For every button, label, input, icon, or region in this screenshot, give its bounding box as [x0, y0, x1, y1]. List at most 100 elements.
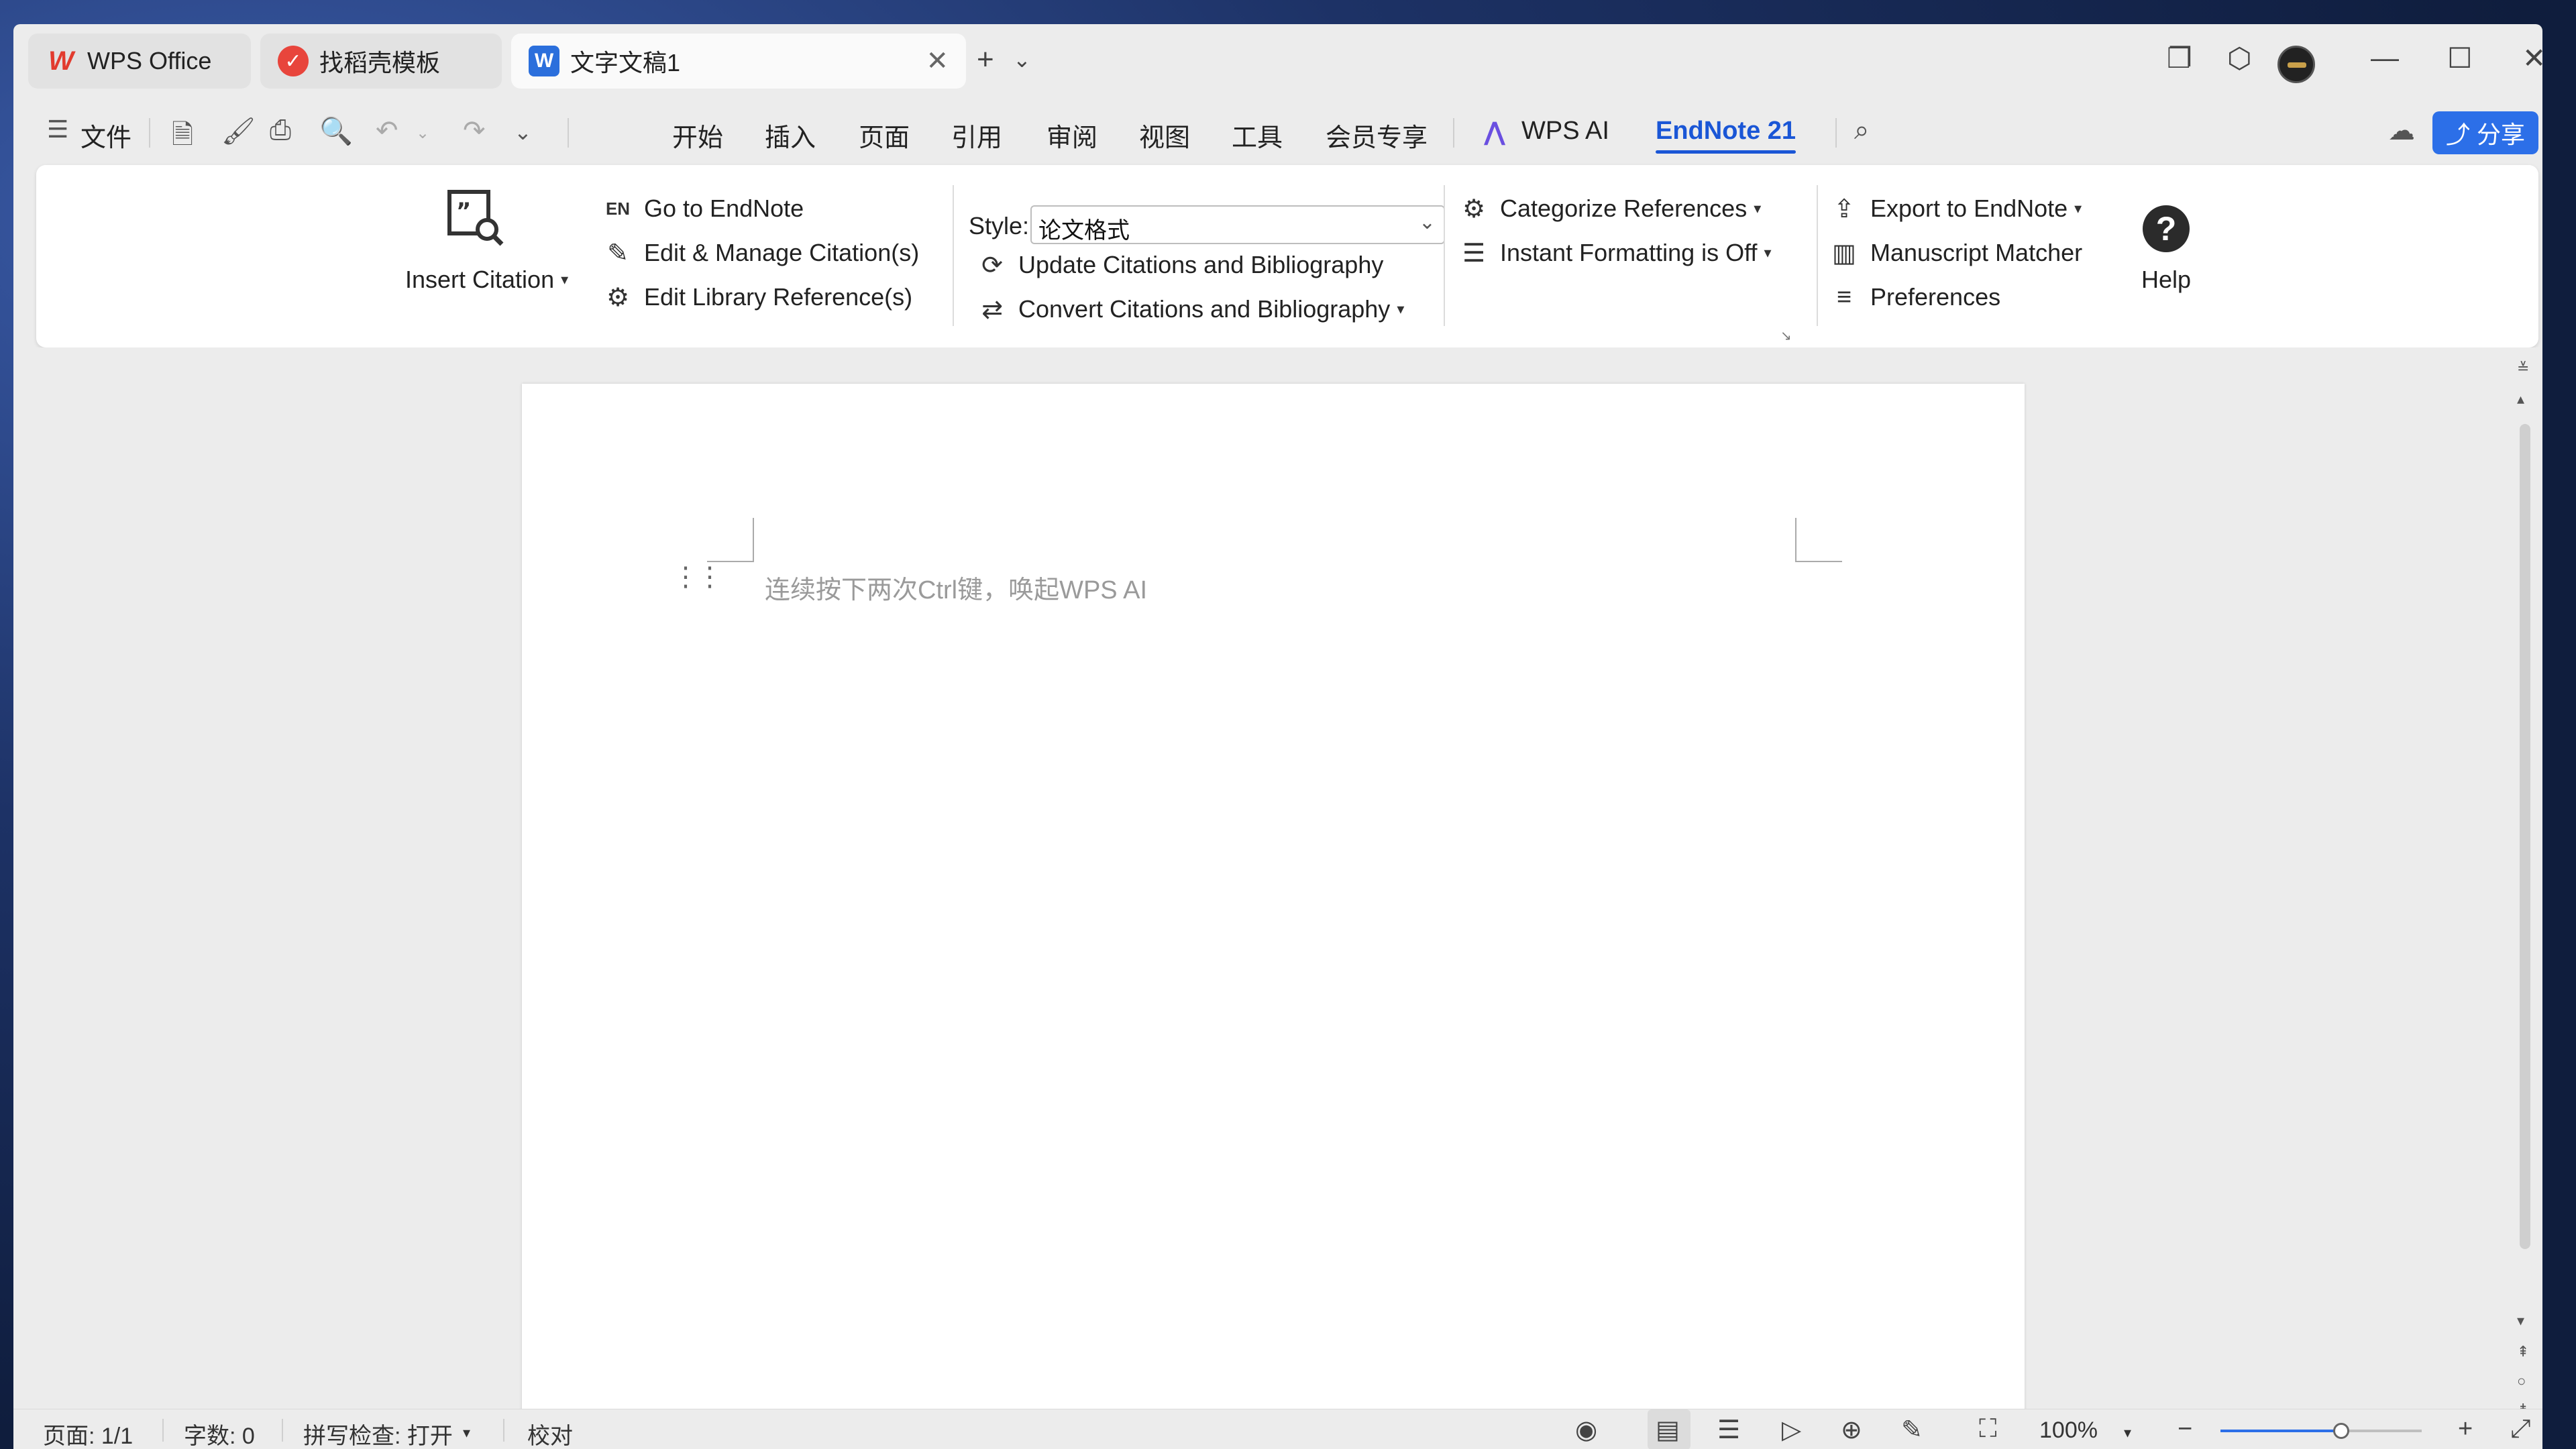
margin-mark-left	[707, 518, 754, 562]
undo-icon[interactable]: ↶	[376, 115, 398, 146]
undo-dropdown-icon[interactable]: ⌄	[416, 123, 429, 143]
dialog-launcher-icon[interactable]: ↘	[1780, 327, 1792, 344]
divider	[568, 118, 569, 148]
hamburger-icon[interactable]: ☰	[47, 115, 68, 144]
drag-handle-icon[interactable]: ⋮⋮	[672, 564, 723, 590]
chevron-down-icon: ⌄	[1418, 211, 1436, 233]
zoom-slider[interactable]	[2220, 1423, 2422, 1439]
help-button[interactable]: Help	[2141, 266, 2191, 294]
search-icon[interactable]: ⌕	[1854, 115, 1869, 146]
play-icon[interactable]: ▷	[1782, 1415, 1801, 1445]
tab-endnote[interactable]: EndNote 21	[1656, 117, 1796, 154]
en-badge-icon: EN	[605, 198, 631, 219]
divider	[282, 1419, 283, 1442]
scroll-thumb[interactable]	[2520, 424, 2530, 1249]
wps-window: W WPS Office ✓ 找稻壳模板 W 文字文稿1 ✕ + ⌄ ❐ ⬡ —…	[13, 24, 2542, 1449]
edit-manage-citations-button[interactable]: ✎ Edit & Manage Citation(s)	[601, 236, 919, 270]
maximize-icon[interactable]: ☐	[2447, 42, 2473, 74]
window-layout-icon[interactable]: ❐	[2167, 42, 2192, 74]
page-view-icon[interactable]: ▤	[1656, 1415, 1680, 1445]
tab-review[interactable]: 审阅	[1046, 117, 1097, 154]
proofread-button[interactable]: 校对	[527, 1417, 573, 1449]
close-window-icon[interactable]: ✕	[2522, 42, 2542, 74]
scroll-up-icon[interactable]: ▴	[2517, 390, 2524, 408]
more-chevron-icon[interactable]: ⌄	[514, 119, 532, 145]
minimize-icon[interactable]: —	[2371, 42, 2399, 74]
word-count[interactable]: 字数: 0	[184, 1417, 255, 1449]
close-tab-icon[interactable]: ✕	[926, 46, 949, 76]
edit-library-reference-button[interactable]: ⚙ Edit Library Reference(s)	[601, 280, 912, 314]
divider	[1444, 185, 1445, 326]
zoom-out-icon[interactable]: −	[2178, 1415, 2192, 1444]
title-bar: W WPS Office ✓ 找稻壳模板 W 文字文稿1 ✕ + ⌄ ❐ ⬡ —…	[13, 24, 2542, 98]
wps-ai-logo-icon: ⋀	[1484, 118, 1506, 146]
manuscript-matcher-button[interactable]: ▥ Manuscript Matcher	[1827, 236, 2082, 270]
new-tab-button[interactable]: +	[977, 43, 994, 76]
share-button[interactable]: ⤴ 分享	[2432, 111, 2538, 154]
categorize-references-button[interactable]: ⚙ Categorize References ▾	[1457, 192, 1761, 225]
convert-citations-button[interactable]: ⇄ Convert Citations and Bibliography ▾	[975, 292, 1404, 326]
edit-manage-label: Edit & Manage Citation(s)	[644, 239, 920, 266]
zoom-in-icon[interactable]: +	[2458, 1415, 2473, 1444]
tab-member[interactable]: 会员专享	[1326, 117, 1428, 154]
redo-icon[interactable]: ↷	[463, 115, 486, 146]
preferences-button[interactable]: ≡ Preferences	[1827, 280, 2000, 314]
web-view-icon[interactable]: ⊕	[1841, 1415, 1862, 1445]
ai-hint-placeholder: 连续按下两次Ctrl键，唤起WPS AI	[765, 576, 1148, 604]
manuscript-label: Manuscript Matcher	[1870, 239, 2083, 266]
split-icon[interactable]: ≚	[2517, 360, 2529, 377]
share-icon: ⤴	[2445, 121, 2470, 148]
page-indicator[interactable]: 页面: 1/1	[43, 1417, 133, 1449]
pen-icon[interactable]: ✎	[1901, 1415, 1923, 1445]
endnote-ribbon: ” Insert Citation ▾ EN Go to EndNote ✎ E…	[36, 165, 2538, 347]
tab-document[interactable]: W 文字文稿1 ✕	[511, 34, 966, 89]
format-painter-icon[interactable]: 🖌	[221, 115, 256, 147]
help-icon[interactable]: ?	[2143, 205, 2190, 252]
edit-library-label: Edit Library Reference(s)	[644, 283, 913, 311]
chevron-down-icon[interactable]: ▾	[2124, 1424, 2131, 1442]
zoom-level[interactable]: 100%	[2039, 1417, 2098, 1444]
update-citations-button[interactable]: ⟳ Update Citations and Bibliography	[975, 248, 1383, 282]
tab-page[interactable]: 页面	[859, 117, 910, 154]
tab-docer-templates[interactable]: ✓ 找稻壳模板	[260, 34, 502, 89]
zoom-slider-knob[interactable]	[2333, 1423, 2349, 1439]
tab-insert[interactable]: 插入	[765, 117, 816, 154]
document-page[interactable]: ⋮⋮ 连续按下两次Ctrl键，唤起WPS AI	[522, 384, 2025, 1449]
spell-check-toggle[interactable]: 拼写检查: 打开	[303, 1417, 453, 1449]
print-preview-icon[interactable]: 🔍	[319, 115, 353, 147]
avatar[interactable]	[2277, 46, 2315, 83]
go-to-endnote-button[interactable]: EN Go to EndNote	[601, 192, 804, 225]
eye-icon[interactable]: ◉	[1575, 1415, 1597, 1445]
style-value: 论文格式	[1038, 218, 1130, 244]
writer-doc-icon: W	[529, 46, 559, 76]
tab-references[interactable]: 引用	[951, 117, 1002, 154]
tab-wps-ai[interactable]: WPS AI	[1521, 117, 1609, 146]
tab-view[interactable]: 视图	[1139, 117, 1190, 154]
outline-view-icon[interactable]: ☰	[1717, 1415, 1740, 1445]
file-menu[interactable]: 文件	[80, 117, 131, 154]
chevron-down-icon[interactable]: ▾	[463, 1424, 470, 1442]
scroll-down-icon[interactable]: ▾	[2517, 1312, 2524, 1330]
tab-tools[interactable]: 工具	[1232, 117, 1283, 154]
go-to-endnote-label: Go to EndNote	[644, 195, 804, 222]
tab-list-chevron-icon[interactable]: ⌄	[1013, 47, 1031, 72]
style-select[interactable]: 论文格式 ⌄	[1030, 205, 1445, 244]
fit-page-icon[interactable]: ⛶	[1979, 1415, 1997, 1444]
fullscreen-icon[interactable]: ⤢	[2510, 1415, 2530, 1444]
tab-wps-office[interactable]: W WPS Office	[28, 34, 251, 89]
insert-citation-label: Insert Citation	[405, 266, 555, 293]
tab-start[interactable]: 开始	[672, 117, 723, 154]
select-browse-icon[interactable]: ○	[2517, 1373, 2526, 1390]
print-icon[interactable]: ⎙	[270, 115, 291, 146]
vertical-scrollbar[interactable]: ≚ ▴ ▾ ⇞ ○ ⇟	[2514, 360, 2534, 1417]
tab-label: 找稻壳模板	[319, 49, 441, 76]
prev-page-icon[interactable]: ⇞	[2517, 1343, 2529, 1360]
cloud-upload-icon[interactable]: ☁	[2388, 115, 2415, 146]
save-icon[interactable]: 🗎	[172, 115, 193, 161]
insert-citation-button[interactable]: Insert Citation ▾	[405, 266, 568, 294]
cube-icon[interactable]: ⬡	[2227, 42, 2252, 74]
svg-text:”: ”	[456, 198, 471, 225]
export-to-endnote-button[interactable]: ⇪ Export to EndNote ▾	[1827, 192, 2082, 225]
document-area: ⋮⋮ 连续按下两次Ctrl键，唤起WPS AI	[13, 347, 2542, 1449]
instant-formatting-button[interactable]: ☰ Instant Formatting is Off ▾	[1457, 236, 1772, 270]
